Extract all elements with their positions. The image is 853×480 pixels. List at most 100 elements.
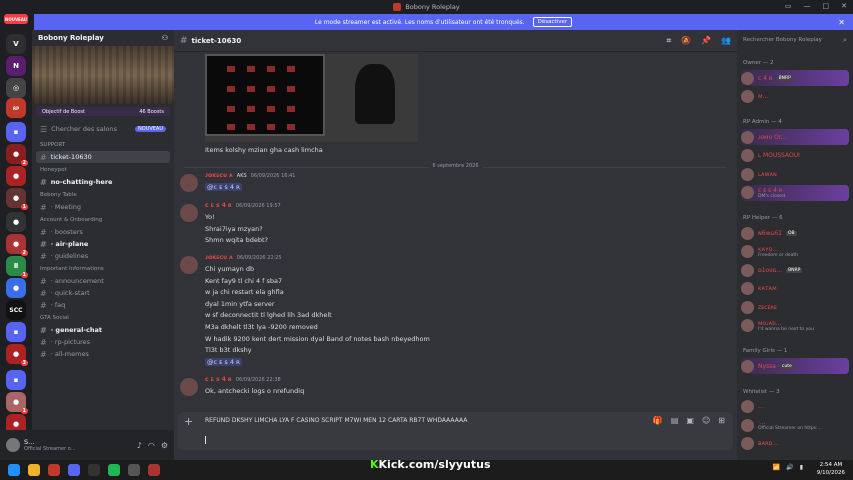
volume-icon[interactable]: 🔊 [786,464,793,471]
battery-icon[interactable]: ▮ [800,464,803,471]
maximize-icon[interactable]: □ [823,2,830,10]
server-icon[interactable]: ● 2 [6,144,28,166]
headset-icon[interactable]: ◠ [148,441,155,450]
boost-bar[interactable]: Objectif de Boost 46 Boosts [36,107,170,116]
sidebar-channel[interactable]: # · air-plane [32,238,174,250]
threads-icon[interactable]: ⌗ [667,36,672,46]
user-mention[interactable]: @ᴄ ᴇ s 4 ʀ [205,183,242,191]
sidebar-channel[interactable]: # · boosters [32,226,174,238]
emoji-icon[interactable]: ☺ [702,416,710,425]
member-item[interactable]: ɴ6ᴡɢ61 OB [741,225,849,241]
user-mention[interactable]: @ᴄ ᴇ s 4 ʀ [205,357,242,366]
avatar[interactable] [180,256,198,274]
member-item[interactable]: ᴅ1ᴏᴜɢ... BNRP [741,262,849,278]
notifications-icon[interactable]: 🔕 [681,36,691,46]
folder-icon[interactable]: ▪ [6,122,26,142]
settings-icon[interactable]: ⚙ [161,441,168,450]
discord-icon[interactable] [68,464,80,476]
avatar[interactable] [180,378,198,396]
add-member-icon[interactable]: ⚇ [162,34,168,42]
server-icon[interactable]: ● [6,278,26,298]
add-attachment-icon[interactable]: + [184,415,193,428]
category-header[interactable]: Honeypot [32,163,174,176]
server-icon[interactable]: ◎ [6,78,26,98]
category-header[interactable]: Important Informations [32,262,174,275]
member-search[interactable]: Rechercher Bobony Roleplay [743,37,822,43]
member-item[interactable]: ... [741,399,849,415]
network-icon[interactable]: 📶 [773,464,780,471]
sticker-icon[interactable]: ▣ [686,416,694,425]
app-icon[interactable] [148,464,160,476]
author-name[interactable]: ᴊᴏᴋᴇᴄᴜ ᴀ [205,254,233,261]
member-item[interactable]: ᴄ ᴇ s 4 ʀ DM's closed. [741,184,849,201]
server-icon[interactable]: SCC [6,300,26,320]
avatar[interactable] [6,438,20,452]
member-item[interactable]: ᴍᴏᴊᴀᴅ... I'd wanna be next to you [741,318,849,334]
author-name[interactable]: ᴄ ᴇ s 4 ʀ [205,376,232,383]
sidebar-channel[interactable]: # · guidelines [32,250,174,262]
spotify-icon[interactable] [108,464,120,476]
sidebar-channel[interactable]: # · all-memes [32,348,174,360]
server-icon[interactable]: ●3 [6,344,28,366]
sidebar-channel[interactable]: # · quick-start [32,287,174,299]
search-icon[interactable]: ⌕ [843,36,847,45]
folder-icon[interactable]: ▪ [6,370,26,390]
member-item[interactable]: ʙᴀʀᴅ... [741,436,849,452]
server-header[interactable]: Bobony Roleplay ⚇ [32,30,174,46]
apps-icon[interactable]: ⊞ [718,416,725,425]
author-name[interactable]: ᴄ ᴇ s 4 ʀ [205,202,232,209]
server-icon[interactable]: ● 2 [6,234,28,256]
disable-streamer-button[interactable]: Désactiver [532,17,573,27]
app-icon[interactable] [128,464,140,476]
members-icon[interactable]: 👥 [721,36,731,46]
minimize-icon[interactable]: — [804,2,811,10]
gif-icon[interactable]: ▤ [671,416,679,425]
folder-icon[interactable]: ▪ [6,322,26,342]
clock[interactable]: 2:54 AM 9/10/2026 [817,461,845,477]
gift-icon[interactable]: 🎁 [653,416,663,425]
member-item[interactable]: ᴊᴏᴍᴏ Or... [741,129,849,145]
app-icon[interactable] [88,464,100,476]
member-item[interactable]: Nyssa cute [741,358,849,374]
sidebar-channel[interactable]: # no-chatting-here [32,176,174,188]
server-icon[interactable]: ● [6,166,26,186]
app-icon[interactable] [48,464,60,476]
mic-icon[interactable]: ♪ [137,441,142,450]
server-icon[interactable]: V [6,34,26,54]
sidebar-channel[interactable]: # · general-chat [32,324,174,336]
member-item[interactable]: ᴋᴀʏᴅ... Freedom or death [741,244,849,260]
server-icon[interactable]: ● 1 [6,188,28,210]
start-icon[interactable] [8,464,20,476]
avatar[interactable] [180,204,198,222]
server-icon[interactable]: Ⅱ1 [6,256,28,278]
server-icon[interactable]: N [6,56,26,76]
message-composer[interactable]: + REFUND DKSHY LIMCHA LYA F CASINO SCRIP… [178,412,733,450]
member-item[interactable]: ᴢᴇᴄᴇʀᴇ [741,299,849,315]
member-item[interactable]: ᴍ... [741,89,849,105]
channel-search[interactable]: ☰ Chercher des salons NOUVEAU [32,120,174,138]
member-item[interactable]: ·... Official Streamer on https:... [741,417,849,433]
avatar[interactable] [180,174,198,192]
category-header[interactable]: Bobony Table [32,188,174,201]
attached-image[interactable] [205,54,418,142]
close-icon[interactable]: ✕ [841,2,847,10]
category-header[interactable]: Account & Onboarding [32,213,174,226]
category-header[interactable]: GTA Social [32,311,174,324]
sidebar-channel[interactable]: # · faq [32,299,174,311]
member-item[interactable]: ʟ MOUSSAOUI [741,148,849,164]
close-banner-icon[interactable]: ✕ [838,18,845,27]
pin-icon[interactable]: 📌 [701,36,711,46]
explorer-icon[interactable] [28,464,40,476]
member-item[interactable]: ᴄ 4 ʀ BNRP [741,70,849,86]
server-icon[interactable]: RP [6,98,26,118]
sidebar-channel[interactable]: # · rp-pictures [32,336,174,348]
server-icon[interactable]: ● [6,212,26,232]
category-header[interactable]: SUPPORT [32,138,174,151]
sidebar-channel[interactable]: # ticket-10630 [36,151,170,163]
inbox-icon[interactable]: ▭ [785,2,792,10]
server-icon[interactable]: ● 1 [6,392,28,414]
sidebar-channel[interactable]: # · Meeting [32,201,174,213]
composer-input[interactable]: REFUND DKSHY LIMCHA LYA F CASINO SCRIPT … [205,417,675,424]
author-name[interactable]: ᴊᴏᴋᴇᴄᴜ ᴀ [205,172,233,179]
member-item[interactable]: ᴋᴀᴛᴀᴍ [741,281,849,297]
